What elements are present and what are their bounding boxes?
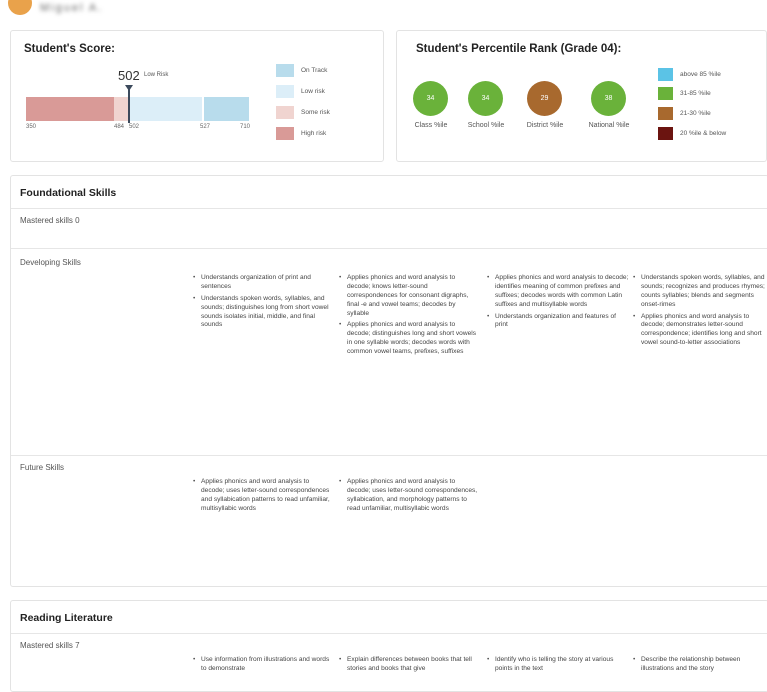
percentile-legend-item: 21-30 %ile (658, 107, 711, 120)
percentile-circle-national: 38 (591, 81, 626, 116)
legend-label: 20 %ile & below (680, 130, 727, 137)
developing-skills-col-2: Applies phonics and word analysis to dec… (337, 274, 479, 360)
score-legend-item: Low risk (276, 85, 325, 98)
divider (11, 455, 767, 456)
bar-high-risk (26, 97, 114, 121)
tick-label: 710 (240, 124, 251, 130)
legend-label: 21-30 %ile (680, 110, 711, 117)
legend-swatch (658, 107, 673, 120)
reading-literature-card: Reading Literature Mastered skills 7 Use… (10, 600, 767, 692)
bar-some-risk (114, 97, 128, 121)
top-bar: Miguel A. (0, 0, 767, 22)
score-card-title: Student's Score: (24, 43, 115, 55)
skill-item: Understands organization of print and se… (193, 274, 331, 292)
legend-swatch (276, 64, 294, 77)
legend-label: On Track (301, 67, 328, 74)
skill-item: Applies phonics and word analysis to dec… (193, 478, 331, 514)
skill-item: Applies phonics and word analysis to dec… (339, 478, 479, 514)
percentile-legend-item: 31-85 %ile (658, 87, 711, 100)
legend-swatch (658, 87, 673, 100)
legend-swatch (276, 127, 294, 140)
score-legend-item: High risk (276, 127, 326, 140)
skill-item: Applies phonics and word analysis to dec… (339, 274, 479, 318)
score-legend-item: On Track (276, 64, 327, 77)
percentile-card: Student's Percentile Rank (Grade 04): 34… (396, 30, 767, 162)
developing-skills-col-4: Understands spoken words, syllables, and… (631, 274, 767, 351)
future-skills-col-2: Applies phonics and word analysis to dec… (337, 478, 479, 517)
skill-item: Explain differences between books that t… (339, 656, 479, 674)
legend-swatch (658, 127, 673, 140)
score-marker-line (128, 89, 130, 123)
circle-label: National %ile (588, 122, 630, 129)
bar-low-risk (128, 97, 202, 121)
tick-label: 350 (26, 124, 37, 130)
skill-item: Applies phonics and word analysis to dec… (487, 274, 629, 310)
reading-literature-title: Reading Literature (20, 612, 113, 624)
score-card: Student's Score: 502 Low Risk 350 484 50… (10, 30, 384, 162)
circle-label: School %ile (467, 122, 505, 129)
legend-label: above 85 %ile (680, 71, 721, 78)
percentile-card-title: Student's Percentile Rank (Grade 04): (416, 43, 622, 55)
percentile-legend-item: above 85 %ile (658, 68, 721, 81)
skill-item: Use information from illustrations and w… (193, 656, 331, 674)
student-name: Miguel A. (40, 2, 104, 14)
reading-skills-col-4: Describe the relationship between illust… (631, 656, 767, 677)
legend-swatch (276, 106, 294, 119)
divider (11, 633, 767, 634)
legend-label: 31-85 %ile (680, 90, 711, 97)
future-skills-col-1: Applies phonics and word analysis to dec… (191, 478, 331, 517)
score-label: Low Risk (144, 72, 169, 78)
foundational-skills-card: Foundational Skills Mastered skills 0 De… (10, 175, 767, 587)
divider (11, 208, 767, 209)
tick-label: 484 (114, 124, 125, 130)
future-skills-label: Future Skills (20, 463, 65, 472)
legend-label: Low risk (301, 88, 325, 95)
skill-item: Understands spoken words, syllables, and… (193, 295, 331, 331)
percentile-circle-school: 34 (468, 81, 503, 116)
score-value: 502 (118, 68, 140, 83)
legend-label: High risk (301, 130, 327, 137)
skill-item: Understands spoken words, syllables, and… (633, 274, 767, 310)
avatar[interactable] (8, 0, 32, 15)
skill-item: Describe the relationship between illust… (633, 656, 767, 674)
circle-label: Class %ile (414, 122, 448, 129)
skill-item: Understands organization and features of… (487, 313, 629, 331)
tick-label: 527 (200, 124, 211, 130)
circle-label: District %ile (526, 122, 564, 129)
score-legend-item: Some risk (276, 106, 330, 119)
mastered-skills-label: Mastered skills 7 (20, 641, 80, 650)
bar-on-track (204, 97, 249, 121)
reading-skills-col-1: Use information from illustrations and w… (191, 656, 331, 677)
reading-skills-col-2: Explain differences between books that t… (337, 656, 479, 677)
skill-item: Applies phonics and word analysis to dec… (339, 321, 479, 357)
developing-skills-label: Developing Skills (20, 258, 81, 267)
developing-skills-col-1: Understands organization of print and se… (191, 274, 331, 333)
legend-swatch (276, 85, 294, 98)
percentile-legend-item: 20 %ile & below (658, 127, 726, 140)
legend-swatch (658, 68, 673, 81)
skill-item: Applies phonics and word analysis to dec… (633, 313, 767, 349)
divider (11, 248, 767, 249)
developing-skills-col-3: Applies phonics and word analysis to dec… (485, 274, 629, 333)
percentile-circle-class: 34 (413, 81, 448, 116)
foundational-skills-title: Foundational Skills (20, 187, 117, 199)
tick-label: 502 (129, 124, 140, 130)
percentile-circle-district: 29 (527, 81, 562, 116)
reading-skills-col-3: Identify who is telling the story at var… (485, 656, 629, 677)
mastered-skills-label: Mastered skills 0 (20, 216, 80, 225)
legend-label: Some risk (301, 109, 330, 116)
skill-item: Identify who is telling the story at var… (487, 656, 629, 674)
